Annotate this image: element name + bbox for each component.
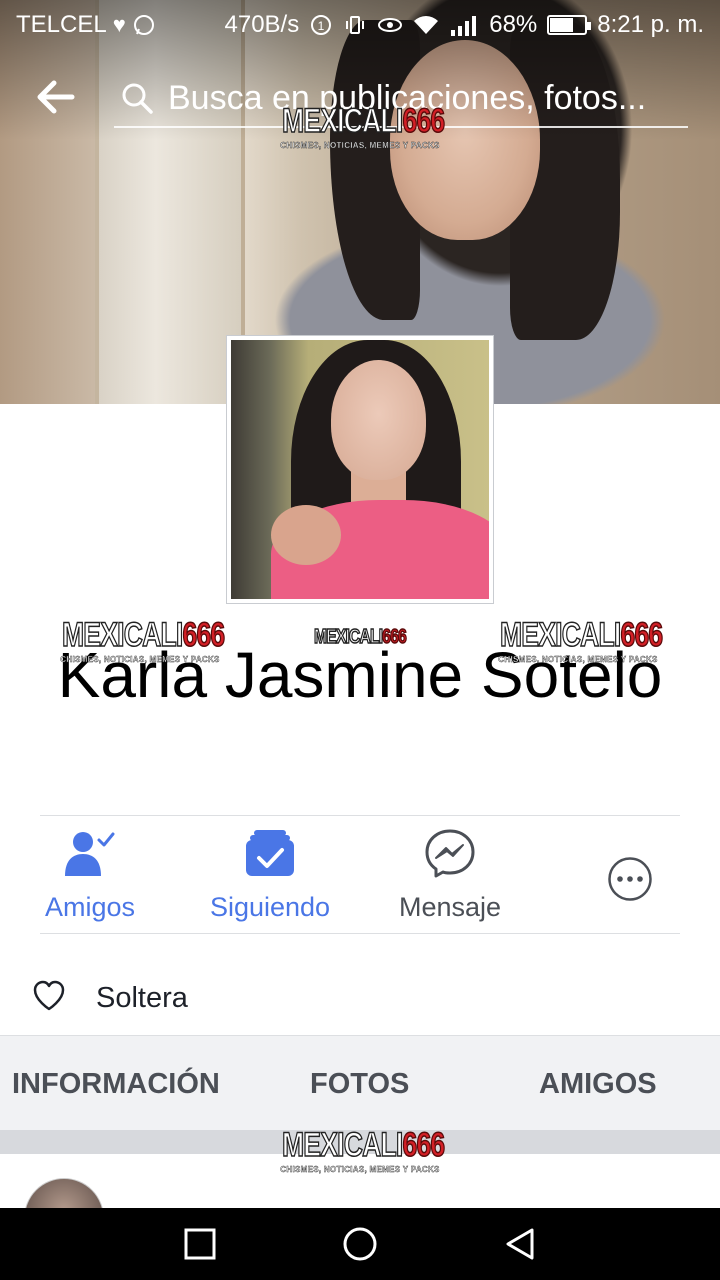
tab-friends[interactable]: AMIGOS [539, 1068, 657, 1101]
message-label: Mensaje [398, 892, 502, 922]
navigation-bar [0, 1208, 720, 1280]
watermark-logo: MEXICALI666 CHISMES, NOTICIAS, MEMES Y P… [498, 615, 664, 664]
svg-text:1: 1 [318, 19, 325, 33]
wifi-icon [414, 16, 439, 34]
friends-button[interactable]: Amigos [30, 816, 150, 934]
more-options-button[interactable] [590, 816, 670, 934]
friend-check-icon [65, 832, 115, 876]
more-dots-icon [608, 857, 652, 901]
clock: 8:21 p. m. [597, 11, 704, 38]
pp-face [331, 360, 426, 480]
back-icon[interactable] [502, 1226, 538, 1262]
recent-apps-icon[interactable] [182, 1226, 218, 1262]
profile-picture[interactable] [226, 335, 494, 604]
carrier-label: TELCEL [16, 11, 107, 38]
watermark-logo: MEXICALI666 CHISMES, NOTICIAS, MEMES Y P… [280, 1125, 446, 1174]
status-bar: TELCEL ♥ 470B/s 1 68% 8:21 p. m. [0, 0, 720, 50]
watermark-logo: MEXICALI666 [313, 625, 407, 649]
network-speed: 470B/s [224, 11, 300, 38]
tab-photos[interactable]: FOTOS [310, 1068, 409, 1101]
friends-label: Amigos [44, 892, 136, 922]
watermark-logo: MEXICALI666 CHISMES, NOTICIAS, MEMES Y P… [280, 101, 446, 150]
tab-information[interactable]: INFORMACIÓN [12, 1068, 220, 1101]
health-heart-icon: ♥ [112, 12, 126, 37]
eye-comfort-icon [378, 18, 403, 32]
message-button[interactable]: Mensaje [390, 816, 510, 934]
pp-shoulder [271, 505, 341, 565]
heart-icon [33, 980, 65, 1011]
avatar[interactable] [24, 1178, 104, 1208]
profile-tabs: INFORMACIÓN FOTOS AMIGOS [0, 1035, 720, 1130]
messenger-icon [425, 829, 475, 878]
home-icon[interactable] [342, 1226, 378, 1262]
relationship-status: Soltera [96, 982, 188, 1014]
vibrate-icon [346, 16, 365, 34]
search-icon [122, 83, 153, 114]
following-check-icon [246, 830, 294, 876]
whatsapp-icon [133, 15, 154, 35]
battery-percent: 68% [489, 11, 538, 38]
signal-icon [451, 16, 477, 36]
back-arrow-icon[interactable] [36, 80, 76, 114]
profile-actions: Amigos Siguiendo Mensaje [0, 816, 720, 934]
battery-icon [547, 15, 592, 35]
following-label: Siguiendo [209, 892, 331, 922]
watermark-logo: MEXICALI666 CHISMES, NOTICIAS, MEMES Y P… [60, 615, 226, 664]
divider [40, 933, 680, 934]
relationship-row: Soltera [0, 968, 720, 1028]
following-button[interactable]: Siguiendo [200, 816, 340, 934]
data-saver-icon: 1 [311, 15, 332, 35]
